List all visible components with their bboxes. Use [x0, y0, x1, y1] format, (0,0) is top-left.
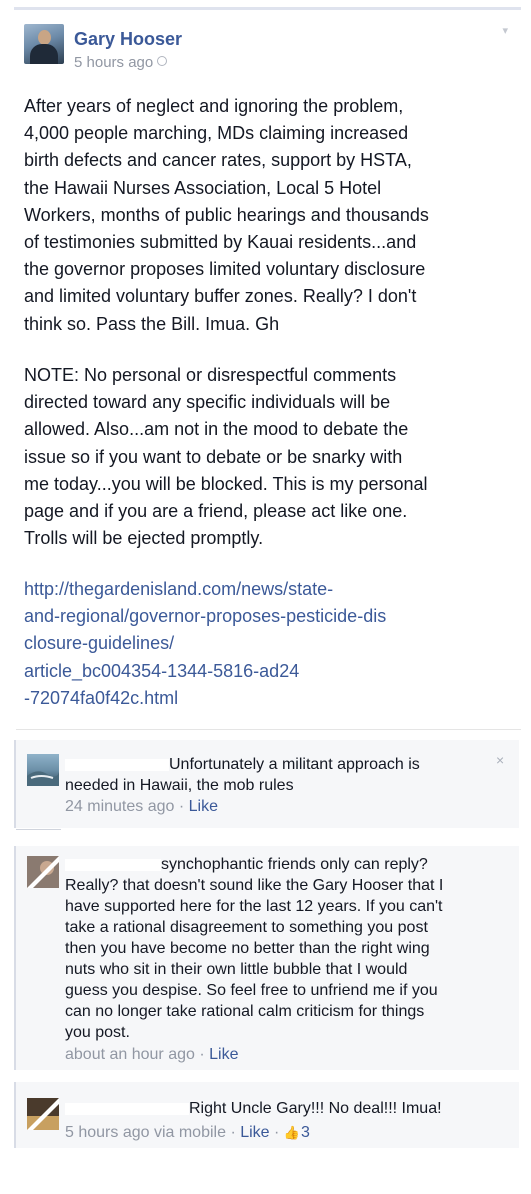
post-link[interactable]: http://thegardenisland.com/news/state- a… — [24, 576, 514, 712]
meta-separator: · — [230, 1124, 236, 1141]
post-link-line[interactable]: http://thegardenisland.com/news/state- — [24, 576, 514, 603]
comment-timestamp[interactable]: about an hour ago — [65, 1046, 195, 1063]
commenter-avatar[interactable] — [27, 1098, 59, 1130]
comment-line: Right Uncle Gary!!! No deal!!! Imua! — [65, 1098, 505, 1119]
post-link-line[interactable]: and-regional/governor-proposes-pesticide… — [24, 603, 514, 630]
globe-icon — [157, 56, 168, 66]
post-body-line: and limited voluntary buffer zones. Real… — [24, 286, 417, 307]
like-count[interactable]: 👍3 — [284, 1124, 310, 1141]
top-border — [14, 7, 521, 10]
post-note-line: directed toward any specific individuals… — [24, 392, 391, 413]
post-note-line: allowed. Also...am not in the mood to de… — [24, 419, 409, 440]
comment: synchophantic friends only can reply? Re… — [14, 846, 519, 1070]
post-body-line: the governor proposes limited voluntary … — [24, 259, 426, 280]
comment-line: then you have become no better than the … — [65, 940, 430, 957]
avatar-body — [30, 44, 58, 64]
post-note-line: Trolls will be ejected promptly. — [24, 528, 264, 549]
comment-meta: about an hour ago · Like — [65, 1046, 238, 1064]
avatar-image — [27, 1098, 59, 1130]
comment-meta: 5 hours ago via mobile · Like · 👍3 — [65, 1124, 310, 1142]
thumbs-up-icon: 👍 — [283, 1125, 300, 1140]
comment: Right Uncle Gary!!! No deal!!! Imua! 5 h… — [14, 1082, 519, 1148]
comment-body: synchophantic friends only can reply? Re… — [65, 854, 505, 1043]
comment-timestamp[interactable]: 24 minutes ago — [65, 798, 174, 815]
meta-separator: · — [274, 1124, 280, 1141]
post-meta: 5 hours ago — [74, 54, 168, 71]
comment-body: Right Uncle Gary!!! No deal!!! Imua! — [65, 1098, 505, 1119]
comment-line: guess you despise. So feel free to unfri… — [65, 982, 438, 999]
author-name-link[interactable]: Gary Hooser — [74, 29, 182, 50]
comment-body: Unfortunately a militant approach is nee… — [65, 754, 495, 796]
meta-separator: · — [178, 798, 185, 815]
hidden-commenter-name — [65, 858, 161, 871]
comment-line: can no longer take rational calm critici… — [65, 1003, 425, 1020]
close-icon[interactable]: × — [496, 752, 504, 768]
like-link[interactable]: Like — [189, 798, 218, 815]
meta-separator: · — [199, 1046, 205, 1063]
commenter-avatar[interactable] — [27, 856, 59, 888]
post-body-line: Workers, months of public hearings and t… — [24, 204, 429, 225]
post-link-line[interactable]: -72074fa0f42c.html — [24, 685, 514, 712]
chevron-down-icon[interactable]: ▾ — [502, 24, 508, 37]
comment: Unfortunately a militant approach is nee… — [14, 740, 519, 828]
comment-seam — [16, 829, 61, 830]
comment-line: Really? that doesn't sound like the Gary… — [65, 877, 444, 894]
post-note-line: issue so if you want to debate or be sna… — [24, 446, 403, 467]
like-link[interactable]: Like — [240, 1124, 269, 1141]
post-body: After years of neglect and ignoring the … — [24, 93, 514, 338]
post-body-line: After years of neglect and ignoring the … — [24, 96, 404, 116]
post-body-line: birth defects and cancer rates, support … — [24, 150, 412, 171]
comment-timestamp[interactable]: 5 hours ago via mobile — [65, 1124, 226, 1141]
avatar-image — [27, 856, 59, 888]
commenter-avatar[interactable] — [27, 754, 59, 786]
post-link-line[interactable]: closure-guidelines/ — [24, 630, 514, 657]
comment-line: nuts who sit in their own little bubble … — [65, 961, 408, 978]
avatar-image — [27, 771, 59, 786]
author-avatar[interactable] — [24, 24, 64, 64]
like-link[interactable]: Like — [209, 1046, 238, 1063]
comment-line: needed in Hawaii, the mob rules — [65, 777, 294, 794]
comment-line: have supported here for the last 12 year… — [65, 898, 443, 915]
post-note: NOTE: No personal or disrespectful comme… — [24, 362, 514, 552]
comment-line: synchophantic friends only can reply? — [65, 854, 505, 875]
comment-meta: 24 minutes ago · Like — [65, 798, 218, 816]
post-body-line: 4,000 people marching, MDs claiming incr… — [24, 123, 409, 144]
comment-line: you post. — [65, 1024, 130, 1041]
comment-line: take a rational disagreement to somethin… — [65, 919, 428, 936]
hidden-commenter-name — [65, 1102, 189, 1115]
post-body-line: think so. Pass the Bill. Imua. Gh — [24, 313, 280, 334]
comment-line: Unfortunately a militant approach is — [65, 754, 495, 775]
post-header: Gary Hooser 5 hours ago ▾ — [24, 22, 514, 71]
avatar-head — [38, 30, 51, 45]
post-note-line: me today...you will be blocked. This is … — [24, 473, 428, 494]
post-body-line: the Hawaii Nurses Association, Local 5 H… — [24, 177, 382, 198]
post-link-line[interactable]: article_bc004354-1344-5816-ad24 — [24, 658, 514, 685]
post-note-line: NOTE: No personal or disrespectful comme… — [24, 365, 397, 385]
post-divider — [16, 729, 521, 730]
post-timestamp[interactable]: 5 hours ago — [74, 54, 153, 71]
hidden-commenter-name — [65, 758, 169, 771]
post-note-line: page and if you are a friend, please act… — [24, 501, 408, 522]
post-body-line: of testimonies submitted by Kauai reside… — [24, 232, 417, 253]
